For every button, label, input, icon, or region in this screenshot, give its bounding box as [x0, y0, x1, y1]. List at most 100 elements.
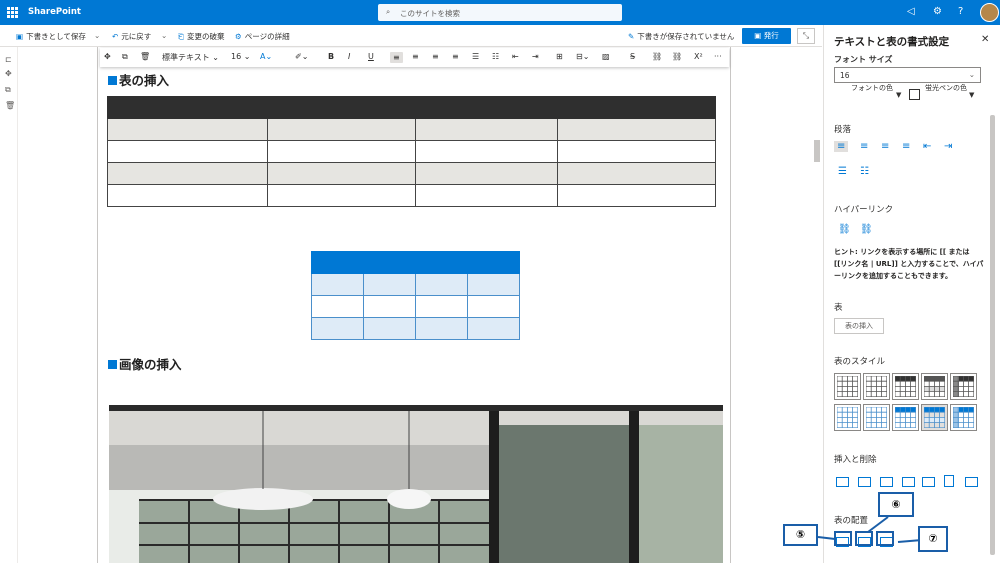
move-icon[interactable]: ✥ [5, 69, 12, 78]
italic-button[interactable]: I [348, 52, 350, 61]
strikethrough-icon[interactable]: S̶ [630, 52, 635, 61]
image-icon[interactable]: ▨ [602, 52, 610, 61]
align-right-icon[interactable]: ≡ [432, 52, 439, 61]
table-style-option[interactable] [921, 404, 948, 431]
justify-icon[interactable]: ≡ [902, 141, 910, 152]
outdent-icon[interactable]: ⇤ [512, 52, 519, 61]
pane-title: テキストと表の書式設定 [834, 36, 950, 48]
align-center-icon[interactable]: ≡ [860, 141, 868, 152]
page-details-button[interactable]: ⚙ ページの詳細 [235, 31, 290, 42]
format-toolbar: ✥ ⧉ 🗑 標準テキスト ⌄ 16 ⌄ A⌄ ✐⌄ B I U ≡ ≡ ≡ ≡ … [100, 48, 729, 67]
undo-dropdown-icon[interactable]: ⌄ [161, 31, 167, 40]
gear-icon[interactable]: ⚙ [933, 6, 942, 17]
move-icon[interactable]: ✥ [104, 52, 111, 61]
help-icon[interactable]: ? [958, 6, 963, 17]
heading-marker-icon [108, 76, 117, 85]
table-styles-label: 表のスタイル [834, 357, 886, 367]
collapse-icon[interactable]: ⤡ [797, 28, 815, 44]
suite-bar: SharePoint ⌕ このサイトを検索 ◁ ⚙ ? [0, 0, 1000, 25]
avatar[interactable] [980, 3, 999, 22]
command-bar: ▣ 下書きとして保存 ⌄ ↶ 元に戻す ⌄ ⎗ 変更の破棄 ⚙ ページの詳細 ✎ 下書きが… [0, 25, 822, 47]
table-style-option[interactable] [863, 373, 890, 400]
office-photo[interactable] [109, 405, 723, 563]
table-style-option[interactable] [834, 404, 861, 431]
bold-button[interactable]: B [328, 52, 334, 61]
number-list-icon[interactable]: ☷ [492, 52, 499, 61]
table-style-option[interactable] [950, 373, 977, 400]
save-icon: ▣ [16, 32, 24, 41]
superscript-button[interactable]: X² [694, 52, 703, 61]
search-placeholder: このサイトを検索 [400, 9, 460, 18]
align-center-icon[interactable]: ≡ [412, 52, 419, 61]
table-dropdown-icon[interactable]: ⊟⌄ [576, 52, 589, 61]
left-rail: ⊏ ✥ ⧉ 🗑 [0, 47, 18, 563]
font-color-dropdown-icon[interactable]: ▼ [896, 91, 901, 99]
pencil-icon: ✎ [628, 32, 635, 41]
font-color-label[interactable]: フォントの色 [846, 84, 898, 93]
indent-icon[interactable]: ⇥ [944, 141, 952, 152]
style-dropdown[interactable]: 標準テキスト ⌄ [162, 52, 219, 63]
search-box[interactable]: ⌕ このサイトを検索 [378, 4, 622, 21]
number-list-icon[interactable]: ☷ [860, 166, 869, 177]
heading-image: 画像の挿入 [108, 354, 182, 373]
chevron-down-icon: ⌄ [968, 70, 975, 79]
draft-status: ✎ 下書きが保存されていません [628, 32, 735, 41]
publish-button[interactable]: ▣ 発行 [742, 28, 791, 44]
paragraph-label: 段落 [834, 125, 852, 135]
table-style-option[interactable] [921, 373, 948, 400]
highlight-dropdown-icon[interactable]: ▼ [969, 91, 974, 99]
indent-icon[interactable]: ⇥ [532, 52, 539, 61]
align-left-icon[interactable]: ≡ [834, 141, 849, 152]
font-size-label: フォント サイズ [834, 55, 893, 64]
save-dropdown-icon[interactable]: ⌄ [94, 31, 100, 40]
discard-button[interactable]: ⎗ 変更の破棄 [178, 31, 225, 42]
justify-icon[interactable]: ≡ [452, 52, 459, 61]
outdent-icon[interactable]: ⇤ [923, 141, 931, 152]
bullet-list-icon[interactable]: ☰ [472, 52, 479, 61]
table-dark[interactable] [107, 96, 716, 207]
unlink-icon[interactable]: ⛓ [860, 224, 873, 235]
underline-button[interactable]: U [368, 52, 374, 61]
save-draft-button[interactable]: ▣ 下書きとして保存 [16, 31, 86, 42]
table-style-option[interactable] [834, 373, 861, 400]
undo-button[interactable]: ↶ 元に戻す [112, 31, 151, 42]
delete-icon[interactable]: 🗑 [140, 52, 150, 61]
megaphone-icon[interactable]: ◁ [907, 6, 915, 17]
canvas-scrollbar[interactable] [814, 140, 820, 162]
bullet-list-icon[interactable]: ☰ [838, 166, 847, 177]
highlight-label[interactable]: 蛍光ペンの色 [923, 84, 969, 93]
duplicate-icon[interactable]: ⧉ [5, 85, 11, 95]
table-style-option[interactable] [892, 373, 919, 400]
close-icon[interactable]: ✕ [981, 34, 989, 45]
link-icon[interactable]: ⛓ [652, 52, 662, 61]
align-right-icon[interactable]: ≡ [881, 141, 889, 152]
insert-table-button[interactable]: 表の挿入 [834, 318, 884, 334]
highlight-icon[interactable]: ✐⌄ [295, 52, 308, 61]
table-icon[interactable]: ⊞ [556, 52, 563, 61]
unlink-icon[interactable]: ⛓ [672, 52, 682, 61]
delete-icon[interactable]: 🗑 [5, 101, 15, 110]
duplicate-icon[interactable]: ⧉ [122, 52, 128, 62]
callout-5: ⑤ [783, 524, 818, 546]
font-size-dropdown[interactable]: 16 ⌄ [834, 67, 981, 83]
size-dropdown[interactable]: 16 ⌄ [231, 52, 250, 61]
heading-table: 表の挿入 [108, 70, 169, 89]
font-color-icon[interactable]: A⌄ [260, 52, 272, 61]
gear-icon: ⚙ [235, 32, 242, 41]
app-title[interactable]: SharePoint [28, 7, 81, 17]
insert-delete-label: 挿入と削除 [834, 455, 877, 465]
table-label: 表 [834, 303, 843, 313]
hyperlink-hint: ヒント: リンクを表示する場所に [[ または [[リンク名 | URL]] と… [834, 248, 984, 280]
table-style-option[interactable] [863, 404, 890, 431]
table-style-option[interactable] [950, 404, 977, 431]
table-style-option[interactable] [892, 404, 919, 431]
highlight-swatch[interactable] [909, 89, 920, 100]
section-icon[interactable]: ⊏ [5, 55, 12, 64]
discard-icon: ⎗ [178, 32, 184, 41]
undo-icon: ↶ [112, 32, 119, 41]
table-blue[interactable] [311, 251, 520, 340]
link-icon[interactable]: ⛓ [838, 224, 851, 235]
align-left-icon[interactable]: ≡ [390, 52, 403, 63]
more-button[interactable]: ··· [714, 52, 722, 61]
app-launcher-icon[interactable] [7, 7, 18, 18]
